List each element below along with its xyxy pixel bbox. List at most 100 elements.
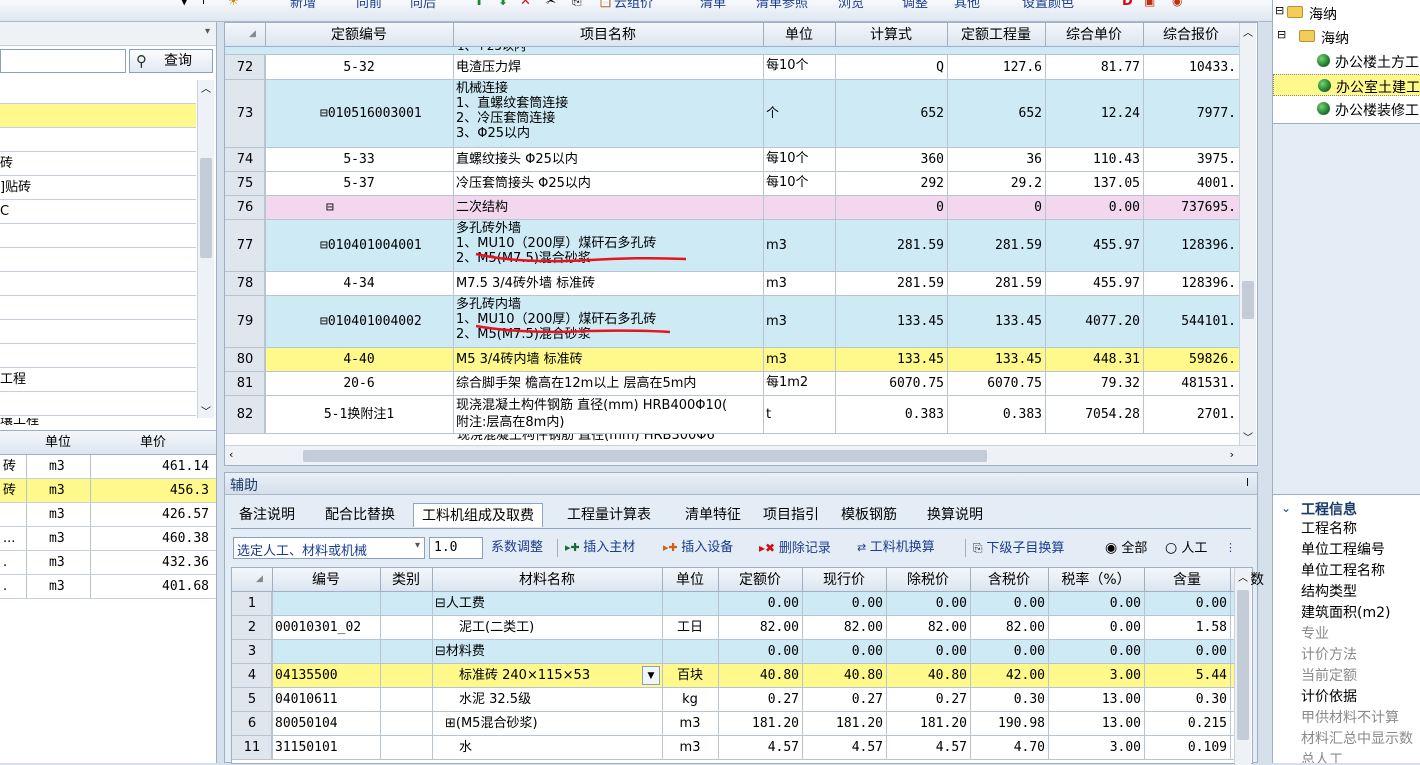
project-info-item[interactable]: 建筑面积(m2) <box>1301 603 1390 624</box>
divider <box>432 688 433 711</box>
project-tree-item[interactable]: 办公楼土方工 <box>1273 50 1420 72</box>
row-material-name[interactable]: ⊞(M5混合砂浆) <box>442 715 662 733</box>
aux-header-7[interactable]: 含税价 <box>970 571 1048 589</box>
project-tree-item[interactable]: ⊟ 海纳 <box>1273 2 1420 24</box>
row-p3: 0.00 <box>935 596 967 611</box>
project-info-item[interactable]: 当前定额 <box>1301 666 1357 687</box>
row-p1: 82.00 <box>759 620 799 635</box>
pin-icon[interactable]: ⅼ <box>1246 476 1249 489</box>
table-row[interactable]: 4 04135500 标准砖 240×115×53 ▼ 百块 40.80 40.80 40.8… <box>232 664 1234 688</box>
material-swap-button[interactable]: ⇄ 工料机换算 <box>857 537 935 559</box>
divider <box>886 712 887 735</box>
material-select[interactable]: 选定人工、材料或机械 ▾ <box>233 537 425 559</box>
coef-adjust-button[interactable]: 系数调整 <box>491 537 543 559</box>
aux-header-8[interactable]: 税率（%） <box>1048 571 1144 589</box>
row-unit: 百块 <box>676 668 703 683</box>
delete-record-button[interactable]: ▸✖ 删除记录 <box>759 537 831 559</box>
divider <box>886 664 887 687</box>
table-row[interactable]: 1 ⊟人工费 0.00 0.00 0.00 0.00 0.00 0.00 <box>232 592 1234 616</box>
divider <box>272 640 273 663</box>
divider <box>380 568 381 591</box>
tab-3[interactable]: 工程量计算表 <box>559 503 659 527</box>
row-material-name[interactable]: ⊟材料费 <box>432 643 662 661</box>
table-row[interactable]: 6 80050104 ⊞(M5混合砂浆) m3 181.20 181.20 181.20 19… <box>232 712 1234 736</box>
aux-header-2[interactable]: 材料名称 <box>432 571 662 589</box>
divider <box>970 736 971 759</box>
row-material-name[interactable]: 水 <box>456 739 662 757</box>
aux-grid-vscroll-thumb[interactable] <box>1237 590 1249 740</box>
aux-header-0[interactable]: 编号 <box>272 571 380 589</box>
divider <box>886 568 887 591</box>
divider <box>432 616 433 639</box>
row-p4: 190.98 <box>998 716 1045 731</box>
project-info-item[interactable]: 专业 <box>1301 624 1329 645</box>
project-info-item[interactable]: 计价方法 <box>1301 645 1357 666</box>
tree-collapse-icon[interactable]: ⊟ <box>1277 28 1286 41</box>
project-info-item[interactable]: 甲供材料不计算 <box>1301 708 1399 729</box>
project-tree-item[interactable]: 办公楼装修工 <box>1273 98 1420 120</box>
row-tax: 0.00 <box>1109 596 1141 611</box>
collapse-icon[interactable]: ⌄ <box>1281 501 1291 515</box>
row-number-text: 1 <box>247 596 257 611</box>
row-qty: 5.44 <box>1195 668 1227 683</box>
material-swap-label: 工料机换算 <box>869 540 935 555</box>
chevron-down-icon[interactable]: ▼ <box>642 666 660 685</box>
row-material-name[interactable]: 标准砖 240×115×53 <box>456 667 662 685</box>
row-number-text: 3 <box>247 644 257 659</box>
insert-main-material-button[interactable]: ▸✚ 插入主材 <box>565 537 635 559</box>
annotation-underline-79 <box>475 324 671 334</box>
row-code: 31150101 <box>275 740 338 755</box>
divider <box>1230 616 1231 639</box>
coef-input[interactable]: 1.0 <box>429 537 483 559</box>
divider <box>662 688 663 711</box>
project-info-item[interactable]: 总人工 <box>1301 750 1343 763</box>
aux-header-1[interactable]: 类别 <box>380 571 432 589</box>
project-info-item[interactable]: 结构类型 <box>1301 582 1357 603</box>
tab-2[interactable]: 工料机组成及取费 <box>413 503 543 527</box>
row-material-name[interactable]: ⊟人工费 <box>432 595 662 613</box>
aux-header-3[interactable]: 单位 <box>662 571 718 589</box>
tab-6[interactable]: 模板钢筋 <box>833 503 905 527</box>
project-info-item[interactable]: 工程名称 <box>1301 519 1357 540</box>
more-icon[interactable]: ⋮ <box>1225 537 1236 559</box>
aux-grid-vscroll[interactable]: ︿ <box>1234 568 1251 765</box>
project-info-item[interactable]: 单位工程名称 <box>1301 561 1385 582</box>
insert-equipment-button[interactable]: ▸✚ 插入设备 <box>663 537 733 559</box>
tab-4[interactable]: 清单特征 <box>677 503 749 527</box>
project-info-item[interactable]: 单位工程编号 <box>1301 540 1385 561</box>
row-qty: 0.00 <box>1195 644 1227 659</box>
table-row[interactable]: 2 00010301_02 泥工(二类工) 工日 82.00 82.00 82.00 82.0… <box>232 616 1234 640</box>
project-tree-item[interactable]: ⊟ 海纳 <box>1273 26 1420 48</box>
aux-toolbar: 选定人工、材料或机械 ▾ 1.0 系数调整 ▸✚ 插入主材 ▸✚ 插入设备 ▸✖… <box>233 535 1253 561</box>
divider <box>802 664 803 687</box>
radio-all[interactable]: ◉ 全部 <box>1105 537 1147 559</box>
row-material-name[interactable]: 泥工(二类工) <box>456 619 662 637</box>
project-info-item[interactable]: 材料汇总中显示数 <box>1301 729 1413 750</box>
aux-header-5[interactable]: 现行价 <box>802 571 886 589</box>
scroll-up-icon[interactable]: ︿ <box>1238 569 1248 584</box>
tree-collapse-icon[interactable]: ⊟ <box>1275 4 1284 17</box>
tab-5[interactable]: 项目指引 <box>755 503 827 527</box>
row-material-name[interactable]: 水泥 32.5级 <box>456 691 662 709</box>
aux-header-4[interactable]: 定额价 <box>718 571 802 589</box>
divider <box>970 712 971 735</box>
row-p4: 0.00 <box>1013 596 1045 611</box>
tab-7[interactable]: 换算说明 <box>919 503 991 527</box>
row-code: 80050104 <box>275 716 338 731</box>
table-row[interactable]: 11 31150101 水 m3 4.57 4.57 4.57 4.70 3.00 0.109 <box>232 736 1234 760</box>
aux-header-6[interactable]: 除税价 <box>886 571 970 589</box>
tab-0[interactable]: 备注说明 <box>231 503 303 527</box>
aux-header-9[interactable]: 含量 <box>1144 571 1230 589</box>
sub-item-swap-button[interactable]: ⎘ 下级子目换算 <box>973 537 1064 559</box>
project-tree-item[interactable]: 办公室土建工 <box>1273 74 1420 96</box>
table-row[interactable]: 5 04010611 水泥 32.5级 kg 0.27 0.27 0.27 0.30 13.00… <box>232 688 1234 712</box>
divider <box>662 640 663 663</box>
radio-labor[interactable]: ○ 人工 <box>1165 537 1207 559</box>
divider <box>380 736 381 759</box>
tab-1[interactable]: 配合比替换 <box>317 503 403 527</box>
table-row[interactable]: 3 ⊟材料费 0.00 0.00 0.00 0.00 0.00 0.00 <box>232 640 1234 664</box>
row-unit: 工日 <box>676 620 703 635</box>
divider <box>1048 736 1049 759</box>
project-info-item[interactable]: 计价依据 <box>1301 687 1357 708</box>
divider <box>432 712 433 735</box>
